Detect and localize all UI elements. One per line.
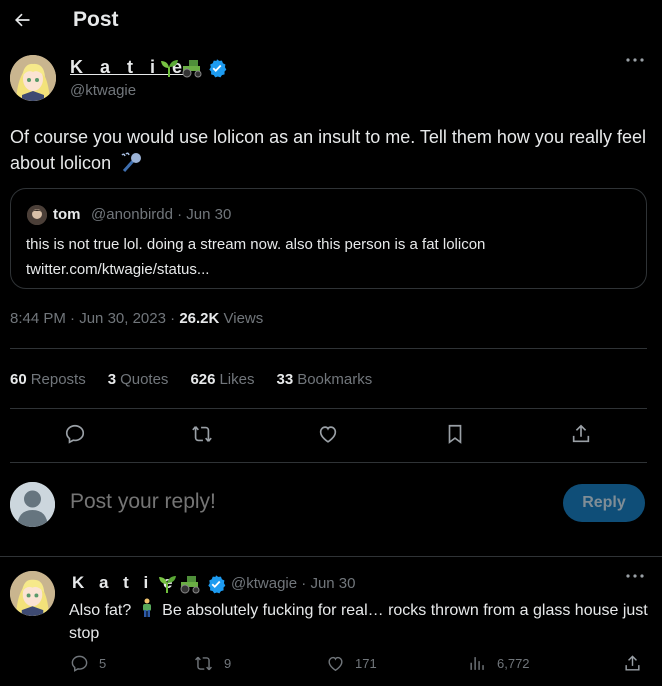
stat-quotes[interactable]: 3 Quotes (108, 371, 169, 388)
views-label: Views (223, 310, 264, 327)
views-count: 6,772 (497, 656, 530, 671)
reply-action-button[interactable] (58, 417, 92, 451)
analytics-icon (470, 657, 484, 670)
reply-author-emojis (157, 574, 202, 594)
reply-text: Also fat? Be absolutely fucking for real… (69, 598, 649, 645)
reply-repost-button[interactable]: 9 (193, 654, 231, 673)
tractor-icon (182, 60, 202, 78)
like-count: 171 (355, 656, 377, 671)
timestamp-row: 8:44 PM · Jun 30, 2023 · 26.2K Views (10, 310, 264, 327)
tweet-time[interactable]: 8:44 PM (10, 310, 66, 327)
stat-reposts[interactable]: 60 Reposts (10, 371, 86, 388)
arrow-left-icon (15, 13, 30, 27)
seedling-icon (159, 576, 176, 593)
reply-share-button[interactable] (623, 654, 642, 673)
heart-icon (319, 426, 337, 443)
divider (10, 408, 647, 409)
quoted-date: Jun 30 (186, 206, 232, 223)
tweet-text-body: Of course you would use lolicon as an in… (10, 127, 646, 173)
quoted-author-name: tom (53, 206, 81, 223)
share-icon (625, 655, 640, 671)
stat-likes[interactable]: 626 Likes (190, 371, 254, 388)
reply-text-start: Also fat? (69, 602, 132, 619)
heart-icon (328, 656, 343, 672)
quoted-link[interactable]: twitter.com/ktwagie/status... (26, 257, 626, 282)
repost-icon (192, 426, 212, 442)
quoted-text-line: this is not true lol. doing a stream now… (26, 236, 486, 253)
tractor-icon (180, 576, 200, 594)
divider (10, 462, 647, 463)
back-button[interactable] (8, 6, 36, 34)
reply-views-button[interactable]: 6,772 (468, 654, 530, 673)
share-icon (572, 424, 590, 443)
quoted-text: this is not true lol. doing a stream now… (26, 232, 626, 282)
reply-reply-button[interactable]: 5 (70, 654, 106, 673)
reply-input[interactable] (70, 490, 540, 514)
verified-badge-icon (207, 58, 227, 78)
reply-handle[interactable]: @ktwagie (231, 575, 297, 592)
reply-meta: @ktwagie · Jun 30 (231, 575, 356, 592)
bookmark-action-button[interactable] (438, 417, 472, 451)
stat-bookmarks[interactable]: 33 Bookmarks (277, 371, 373, 388)
comment-icon (65, 424, 85, 444)
repost-icon (195, 656, 212, 671)
quoted-handle: @anonbirdd (91, 206, 173, 223)
person-standing-icon (140, 598, 154, 618)
reply-date[interactable]: Jun 30 (310, 575, 355, 592)
author-emojis (159, 58, 204, 78)
reply-text-rest: Be absolutely fucking for real… rocks th… (69, 602, 648, 642)
engagement-stats: 60 Reposts 3 Quotes 626 Likes 33 Bookmarks (10, 371, 372, 388)
quoted-author-avatar (27, 205, 47, 225)
repost-count: 9 (224, 656, 232, 671)
quoted-meta: @anonbirdd · Jun 30 (91, 206, 232, 223)
quoted-tweet-card[interactable]: tom @anonbirdd · Jun 30 this is not true… (10, 188, 647, 289)
microphone-icon (120, 152, 144, 172)
tweet-text: Of course you would use lolicon as an in… (10, 124, 650, 176)
comment-icon (71, 655, 88, 672)
seedling-icon (161, 60, 178, 77)
bookmark-icon (448, 424, 462, 444)
divider (0, 556, 662, 557)
reply-like-button[interactable]: 171 (326, 654, 377, 673)
page-title: Post (73, 8, 119, 31)
author-avatar[interactable] (10, 55, 56, 101)
views-count: 26.2K (179, 310, 220, 327)
like-action-button[interactable] (311, 417, 345, 451)
repost-action-button[interactable] (185, 417, 219, 451)
verified-badge-icon (206, 574, 226, 594)
reply-author-avatar[interactable] (10, 571, 55, 616)
share-action-button[interactable] (564, 417, 598, 451)
user-avatar[interactable] (10, 482, 55, 527)
divider (10, 348, 647, 349)
more-options-icon[interactable] (626, 574, 644, 578)
more-options-icon[interactable] (626, 58, 644, 62)
reply-count: 5 (99, 656, 107, 671)
reply-submit-button[interactable]: Reply (563, 484, 645, 522)
author-handle[interactable]: @ktwagie (70, 82, 136, 99)
tweet-date[interactable]: Jun 30, 2023 (79, 310, 166, 327)
